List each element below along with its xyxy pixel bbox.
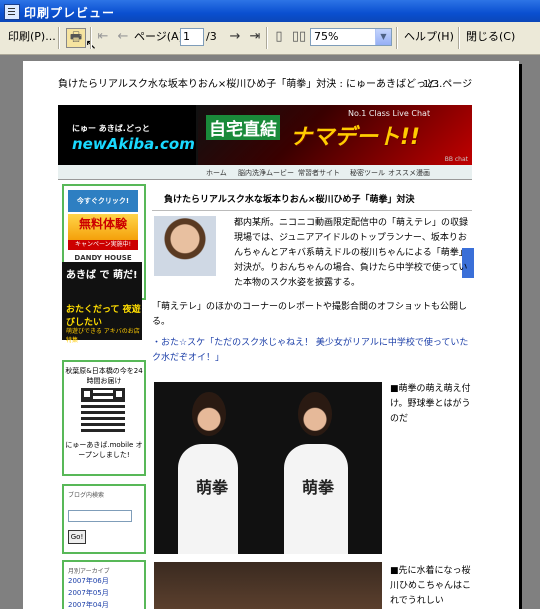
print-preview-icon bbox=[4, 4, 20, 20]
window-titlebar: 印刷プレビュー bbox=[0, 0, 540, 22]
window-title: 印刷プレビュー bbox=[24, 6, 116, 20]
photo-head bbox=[192, 392, 226, 436]
two-page-icon[interactable]: ▯▯ bbox=[290, 28, 308, 46]
archive-box: 月別アーカイブ 2007年06月 2007年05月 2007年04月 bbox=[62, 560, 146, 609]
dandy-text: DANDY HOUSE bbox=[74, 254, 132, 262]
toolbar-separator bbox=[396, 27, 398, 49]
campaign-text: キャンペーン実施中! bbox=[68, 240, 138, 250]
preview-viewport[interactable]: 負けたらリアルスク水な坂本りおん×桜川ひめ子「萌拳」対決 : にゅーあきばどっと… bbox=[0, 55, 540, 609]
first-page-icon[interactable]: ⇤ bbox=[94, 28, 112, 46]
toolbar: 印刷(P)... 🖶 ↖ ⇤ ← ページ(A) 1 /3 → ⇥ ▯ ▯▯ 75… bbox=[0, 22, 540, 55]
chevron-down-icon[interactable]: ▼ bbox=[375, 29, 391, 45]
nav-item: 秘密ツール bbox=[350, 169, 385, 177]
running-header: 負けたらリアルスク水な坂本りおん×桜川ひめ子「萌拳」対決 : にゅーあきばどっと… bbox=[58, 79, 446, 90]
photo-caption-2: ■先に水着になっ桜川ひめこちゃんはこれでうれしい bbox=[390, 566, 472, 606]
article-title: 負けたらリアルスク水な坂本りおん×桜川ひめ子「萌拳」対決 bbox=[164, 195, 415, 205]
site-nav: ホーム 脳内洗浄ムービー 常習者サイト 秘密ツール オススメ漫画 bbox=[58, 165, 472, 180]
title-rule bbox=[152, 210, 472, 211]
article-photo-2 bbox=[154, 562, 382, 609]
site-banner: にゅー あきば.どっと newAkiba.com 自宅直結 ナマデート!! No… bbox=[58, 105, 472, 165]
zoom-select[interactable]: 75% ▼ bbox=[310, 28, 392, 46]
print-button[interactable]: 印刷(P)... bbox=[8, 27, 56, 47]
qr-footer: にゅーあきば.mobile オープンしました! bbox=[65, 441, 143, 459]
page-count: 1/3 ページ bbox=[423, 79, 473, 90]
qr-heading: 秋葉原&日本橋の今を24時間お届け bbox=[65, 367, 143, 385]
nav-item: 脳内洗浄ムービー bbox=[238, 169, 294, 177]
mobile-box: 秋葉原&日本橋の今を24時間お届け にゅーあきば.mobile オープンしました… bbox=[62, 360, 146, 476]
toolbar-separator bbox=[90, 27, 92, 49]
ad-small: BB chat bbox=[444, 156, 468, 163]
photo-head bbox=[298, 392, 332, 436]
previous-page-icon[interactable]: ← bbox=[114, 28, 132, 46]
page-total: /3 bbox=[206, 30, 217, 43]
help-button[interactable]: ヘルプ(H) bbox=[404, 27, 454, 47]
shirt-text: 萌拳 bbox=[196, 478, 229, 497]
toolbar-separator bbox=[266, 27, 268, 49]
toolbar-separator bbox=[458, 27, 460, 49]
zoom-value: 75% bbox=[314, 30, 339, 43]
article-photo: 萌拳 萌拳 bbox=[154, 382, 382, 554]
single-page-icon[interactable]: ▯ bbox=[270, 28, 288, 46]
article-para-1: 都内某所。ニコニコ動画限定配信中の「萌えテレ」の収録現場では、ジュニアアイドルの… bbox=[234, 218, 469, 288]
page-number-input[interactable]: 1 bbox=[180, 28, 204, 46]
photo-figure: 萌拳 bbox=[178, 392, 238, 554]
site-logo: にゅー あきば.どっと newAkiba.com bbox=[58, 105, 196, 165]
nav-item: 常習者サイト bbox=[298, 169, 340, 177]
logo-sub: にゅー あきば.どっと bbox=[72, 124, 150, 133]
ad-main: 自宅直結 bbox=[206, 115, 280, 140]
toolbar-separator bbox=[58, 27, 60, 49]
preview-page: 負けたらリアルスク水な坂本りおん×桜川ひめ子「萌拳」対決 : にゅーあきばどっと… bbox=[23, 61, 519, 609]
click-text: 今すぐクリック! bbox=[68, 190, 138, 212]
nightlife-ad: あきば で 萌だ! おたくだって 夜遊びしたい 萌遊びできる アキバのお店特集 bbox=[62, 262, 142, 344]
nav-item: オススメ漫画 bbox=[388, 169, 430, 177]
banner-ad: 自宅直結 ナマデート!! No.1 Class Live Chat BB cha… bbox=[198, 105, 472, 165]
archive-link[interactable]: 2007年04月 bbox=[68, 599, 144, 609]
article-thumbnail bbox=[154, 216, 216, 276]
shirt-text: 萌拳 bbox=[302, 478, 335, 497]
last-page-icon[interactable]: ⇥ bbox=[246, 28, 264, 46]
black-ad-1: あきば で 萌だ! bbox=[66, 270, 138, 281]
article-para-2: 「萌えテレ」のほかのコーナーのレポートや撮影合間のオフショットも公開しる。 bbox=[152, 302, 468, 327]
search-box: ブログ内検索 Go! bbox=[62, 484, 146, 554]
page-label: ページ(A) bbox=[134, 30, 183, 43]
close-button[interactable]: 閉じる(C) bbox=[466, 27, 515, 47]
sidebar: 今すぐクリック! 無料体験 キャンペーン実施中! DANDY HOUSE あきば… bbox=[58, 180, 148, 609]
photo-caption-1: ■萌拳の萌え萌え付け。野球拳とはがうのだ bbox=[390, 384, 471, 424]
nav-item: ホーム bbox=[206, 169, 227, 177]
ad-tag: No.1 Class Live Chat bbox=[348, 109, 431, 118]
black-ad-3: 萌遊びできる アキバのお店特集 bbox=[66, 328, 140, 344]
archive-heading: 月別アーカイブ bbox=[68, 568, 110, 575]
go-button[interactable]: Go! bbox=[68, 530, 86, 544]
photo-figure: 萌拳 bbox=[284, 392, 348, 554]
article: 負けたらリアルスク水な坂本りおん×桜川ひめ子「萌拳」対決 都内某所。ニコニコ動画… bbox=[152, 180, 474, 609]
qr-code bbox=[81, 388, 125, 432]
archive-link[interactable]: 2007年06月 bbox=[68, 575, 144, 587]
search-heading: ブログ内検索 bbox=[68, 492, 105, 499]
article-link[interactable]: ・おた☆スケ「ただのスク水じゃねえ！ 美少女がリアルに中学校で使っていたク水だぞ… bbox=[152, 336, 472, 366]
blog-search-input[interactable] bbox=[68, 510, 132, 522]
archive-link[interactable]: 2007年05月 bbox=[68, 587, 144, 599]
ad-brand: ナマデート!! bbox=[290, 125, 421, 150]
black-ad-2: おたくだって 夜遊びしたい bbox=[66, 305, 141, 328]
next-page-icon[interactable]: → bbox=[226, 28, 244, 46]
